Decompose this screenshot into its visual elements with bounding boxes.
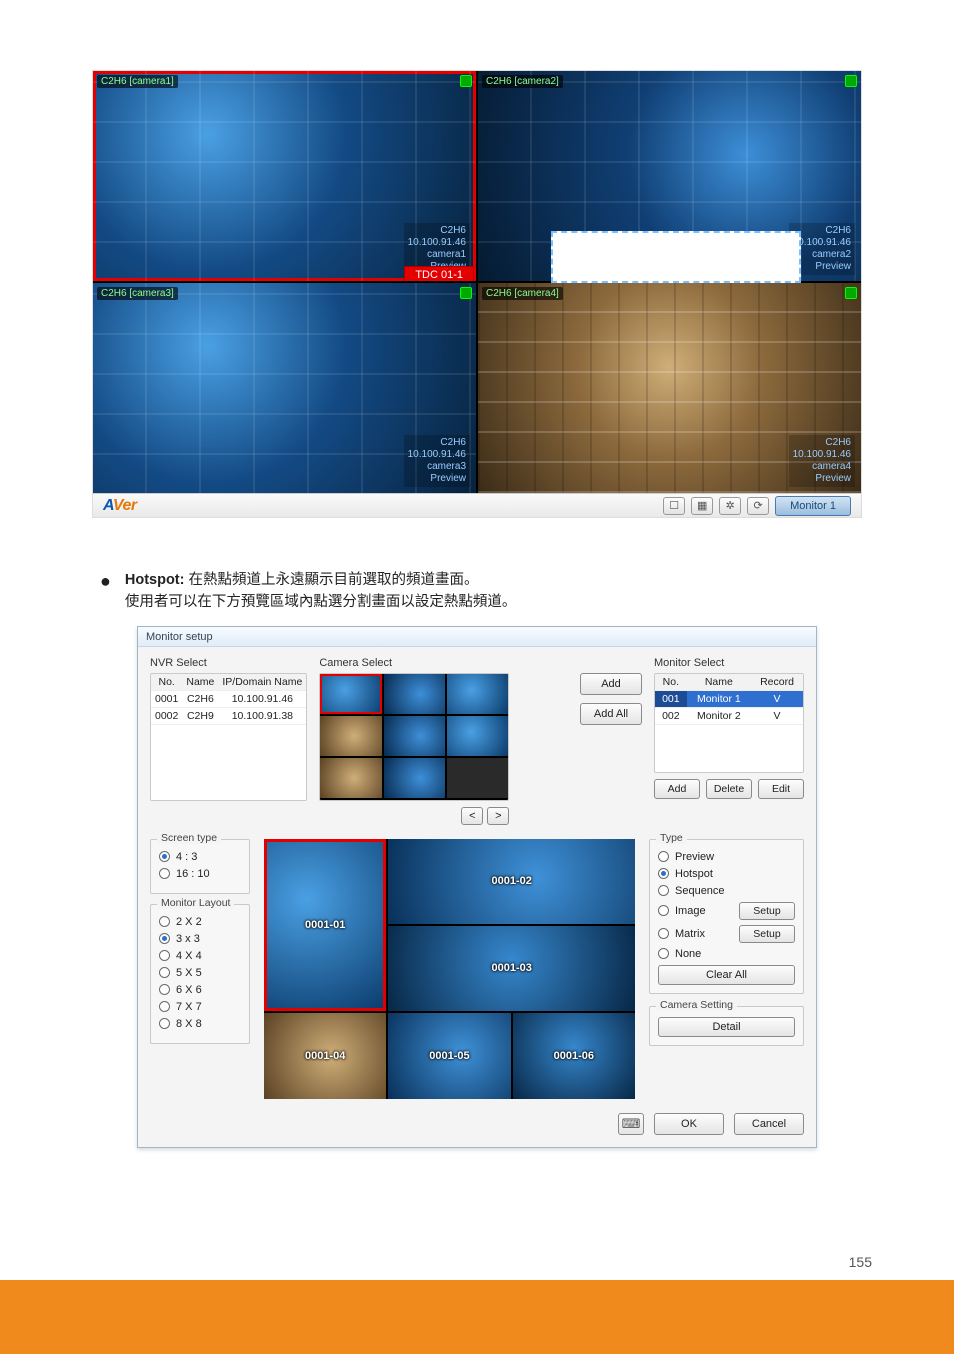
- camera-thumb[interactable]: [447, 716, 508, 756]
- description-block: ● Hotspot: 在熱點頻道上永遠顯示目前選取的頻道畫面。 使用者可以在下方…: [100, 570, 894, 614]
- bullet-icon: ●: [100, 572, 111, 614]
- clear-all-button[interactable]: Clear All: [658, 965, 795, 985]
- page-footer-bar: 155: [0, 1280, 954, 1354]
- add-button[interactable]: Add: [580, 673, 642, 695]
- camera-thumb[interactable]: [384, 674, 445, 714]
- cancel-button[interactable]: Cancel: [734, 1113, 804, 1135]
- camera-next-button[interactable]: >: [487, 807, 509, 825]
- feed4-name: C2H6 [camera4]: [482, 287, 563, 300]
- dialog-title: Monitor setup: [138, 627, 816, 647]
- video-feed-1[interactable]: C2H6 [camera1] C2H6 10.100.91.46 camera1…: [93, 71, 476, 281]
- stage-bottombar: AVer ☐ ▦ ✲ ⟳ Monitor 1: [93, 493, 861, 517]
- record-indicator-icon: [460, 287, 472, 299]
- video-feed-3[interactable]: C2H6 [camera3] C2H6 10.100.91.46 camera3…: [93, 283, 476, 493]
- feed3-meta: C2H6 10.100.91.46 camera3 Preview: [404, 435, 470, 487]
- monitor-add-button[interactable]: Add: [654, 779, 700, 799]
- monitor-selector[interactable]: Monitor 1: [775, 496, 851, 516]
- feed3-name: C2H6 [camera3]: [97, 287, 178, 300]
- left-options: Screen type 4 : 3 16 : 10 Monitor Layout…: [150, 839, 250, 1099]
- feed4-meta: C2H6 10.100.91.46 camera4 Preview: [789, 435, 855, 487]
- nvr-select-section: NVR Select No. Name IP/Domain Name 0001: [150, 657, 307, 825]
- camera-thumb-empty[interactable]: [447, 758, 508, 798]
- brand-logo: AVer: [103, 497, 137, 515]
- record-indicator-icon: [845, 75, 857, 87]
- nvr-row: 0001 C2H6 10.100.91.46: [151, 690, 306, 707]
- layout-cell[interactable]: 0001-04: [264, 1013, 386, 1098]
- page-number: 155: [849, 1254, 872, 1270]
- type-group: Type Preview Hotspot Sequence Image Setu…: [649, 839, 804, 994]
- layout-preview-grid[interactable]: 0001-01 0001-02 0001-03 0001-04 0001-05: [264, 839, 635, 1099]
- camera-thumb[interactable]: [320, 716, 381, 756]
- layout-cell[interactable]: 0001-05: [388, 1013, 510, 1098]
- nvr-label: NVR Select: [150, 657, 307, 669]
- nvr-row: 0002 C2H9 10.100.91.38: [151, 707, 306, 724]
- camera-prev-button[interactable]: <: [461, 807, 483, 825]
- monitor-select-label: Monitor Select: [654, 657, 804, 669]
- record-indicator-icon: [460, 75, 472, 87]
- layout-cell[interactable]: 0001-06: [513, 1013, 635, 1098]
- layout-cell-hotspot[interactable]: 0001-01: [264, 839, 386, 1012]
- radio-4x4[interactable]: 4 X 4: [159, 950, 241, 962]
- document-page: C2H6 [camera1] C2H6 10.100.91.46 camera1…: [0, 0, 954, 1354]
- layout-cell[interactable]: 0001-02: [388, 839, 635, 924]
- record-indicator-icon: [845, 287, 857, 299]
- matrix-setup-button[interactable]: Setup: [739, 925, 795, 943]
- radio-sequence[interactable]: Sequence: [658, 885, 795, 897]
- feed2-name: C2H6 [camera2]: [482, 75, 563, 88]
- radio-2x2[interactable]: 2 X 2: [159, 916, 241, 928]
- radio-none[interactable]: None: [658, 948, 795, 960]
- radio-image[interactable]: Image: [658, 905, 706, 917]
- nvr-table[interactable]: No. Name IP/Domain Name 0001 C2H6 10.100…: [150, 673, 307, 801]
- monitor-layout-group: Monitor Layout 2 X 2 3 x 3 4 X 4 5 X 5 6…: [150, 904, 250, 1044]
- radio-8x8[interactable]: 8 X 8: [159, 1018, 241, 1030]
- radio-5x5[interactable]: 5 X 5: [159, 967, 241, 979]
- video-feed-4[interactable]: C2H6 [camera4] C2H6 10.100.91.46 camera4…: [478, 283, 861, 493]
- radio-7x7[interactable]: 7 X 7: [159, 1001, 241, 1013]
- keyboard-icon[interactable]: ⌨: [618, 1113, 644, 1135]
- right-options: Type Preview Hotspot Sequence Image Setu…: [649, 839, 804, 1099]
- monitor-table[interactable]: No. Name Record 001 Monitor 1 V: [654, 673, 804, 773]
- callout-box: [551, 231, 801, 283]
- radio-16-10[interactable]: 16 : 10: [159, 868, 241, 880]
- ok-button[interactable]: OK: [654, 1113, 724, 1135]
- screen-type-group: Screen type 4 : 3 16 : 10: [150, 839, 250, 894]
- radio-6x6[interactable]: 6 X 6: [159, 984, 241, 996]
- camera-select-label: Camera Select: [319, 657, 642, 669]
- monitor-row-selected[interactable]: 001 Monitor 1 V: [655, 690, 803, 707]
- radio-matrix[interactable]: Matrix: [658, 928, 705, 940]
- add-all-button[interactable]: Add All: [580, 703, 642, 725]
- camera-thumb[interactable]: [384, 716, 445, 756]
- detail-button[interactable]: Detail: [658, 1017, 795, 1037]
- feed1-name: C2H6 [camera1]: [97, 75, 178, 88]
- layout-cell[interactable]: 0001-03: [388, 926, 635, 1011]
- radio-preview[interactable]: Preview: [658, 851, 795, 863]
- refresh-icon[interactable]: ⟳: [747, 497, 769, 515]
- camera-thumb[interactable]: [384, 758, 445, 798]
- camera-thumb-grid[interactable]: [319, 673, 509, 801]
- desc-line2: 使用者可以在下方預覽區域內點選分割畫面以設定熱點頻道。: [125, 592, 517, 614]
- image-setup-button[interactable]: Setup: [739, 902, 795, 920]
- monitor-setup-dialog: Monitor setup NVR Select No. Name IP/Dom…: [137, 626, 817, 1148]
- desc-bold: Hotspot:: [125, 572, 185, 588]
- radio-4-3[interactable]: 4 : 3: [159, 851, 241, 863]
- monitor-select-section: Monitor Select No. Name Record 001: [654, 657, 804, 825]
- monitor-row[interactable]: 002 Monitor 2 V: [655, 707, 803, 724]
- radio-hotspot[interactable]: Hotspot: [658, 868, 795, 880]
- desc-rest: 在熱點頻道上永遠顯示目前選取的頻道畫面。: [184, 572, 478, 588]
- camera-select-section: Camera Select: [319, 657, 642, 825]
- camera-thumb[interactable]: [320, 674, 381, 714]
- layout-icon[interactable]: ▦: [691, 497, 713, 515]
- monitor-edit-button[interactable]: Edit: [758, 779, 804, 799]
- camera-thumb[interactable]: [447, 674, 508, 714]
- ptz-badge: TDC 01-1: [404, 266, 474, 281]
- camera-setting-group: Camera Setting Detail: [649, 1006, 804, 1046]
- snapshot-icon[interactable]: ☐: [663, 497, 685, 515]
- radio-3x3[interactable]: 3 x 3: [159, 933, 241, 945]
- monitor-delete-button[interactable]: Delete: [706, 779, 752, 799]
- preview-stage: C2H6 [camera1] C2H6 10.100.91.46 camera1…: [92, 70, 862, 518]
- dialog-footer: ⌨ OK Cancel: [150, 1113, 804, 1135]
- settings-icon[interactable]: ✲: [719, 497, 741, 515]
- camera-thumb[interactable]: [320, 758, 381, 798]
